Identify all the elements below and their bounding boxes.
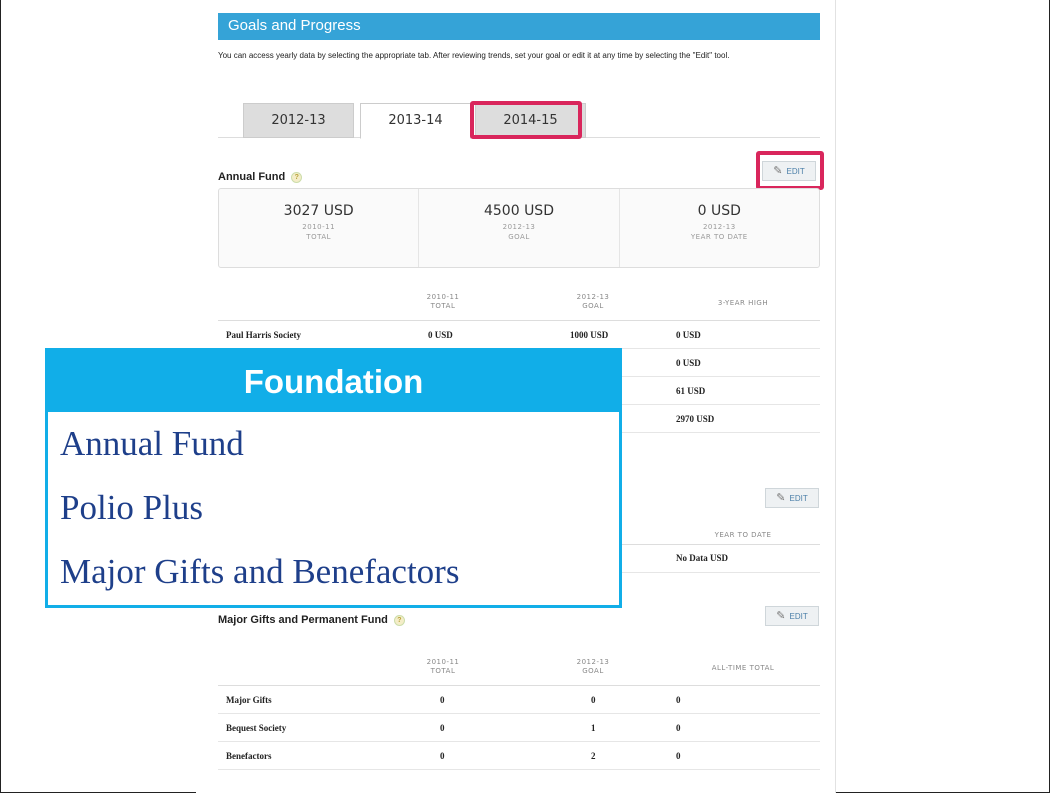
col-caption: TOTAL xyxy=(430,302,456,310)
row-goal: 0 xyxy=(591,695,596,705)
row-total: 0 xyxy=(440,695,445,705)
col-goal: 2012-13 GOAL xyxy=(566,293,620,311)
col-year: 2012-13 xyxy=(576,658,610,666)
edit-highlight-box xyxy=(756,151,824,190)
row-high: 0 USD xyxy=(676,358,701,368)
row-total: 0 xyxy=(440,723,445,733)
annual-fund-title: Annual Fund xyxy=(218,171,286,183)
summary-year: 2010-11 xyxy=(302,223,336,231)
row-label: Benefactors xyxy=(226,751,272,761)
table-header: 2010-11 TOTAL 2012-13 GOAL ALL-TIME TOTAL xyxy=(218,656,820,686)
foundation-callout: Foundation Annual Fund Polio Plus Major … xyxy=(45,348,622,608)
row-value: No Data USD xyxy=(676,553,729,563)
col-3-year-high: 3-YEAR HIGH xyxy=(717,299,769,307)
summary-goal: 4500 USD 2012-13 GOAL xyxy=(419,189,620,267)
row-total: 0 USD xyxy=(428,330,453,340)
callout-item-polio-plus: Polio Plus xyxy=(60,488,203,527)
summary-value: 0 USD xyxy=(697,203,741,219)
row-label: Major Gifts xyxy=(226,695,272,705)
col-caption: GOAL xyxy=(582,302,604,310)
summary-value: 4500 USD xyxy=(483,203,554,219)
page-title: Goals and Progress xyxy=(228,17,361,34)
pencil-icon: ✎ xyxy=(776,492,786,504)
summary-caption: YEAR TO DATE xyxy=(690,233,748,241)
tab-2012-13[interactable]: 2012-13 xyxy=(243,103,354,138)
edit-label: EDIT xyxy=(789,612,808,621)
col-all-time-total: ALL-TIME TOTAL xyxy=(711,664,775,672)
edit-label: EDIT xyxy=(789,494,808,503)
col-year: 2010-11 xyxy=(426,293,460,301)
summary-total: 3027 USD 2010-11 TOTAL xyxy=(219,189,420,267)
major-gifts-title: Major Gifts and Permanent Fund xyxy=(218,614,388,626)
table-row: Bequest Society 0 1 0 xyxy=(218,714,820,742)
row-all-time: 0 xyxy=(676,695,681,705)
col-total: 2010-11 TOTAL xyxy=(416,658,470,676)
table-row: Benefactors 0 2 0 xyxy=(218,742,820,770)
major-gifts-edit-button[interactable]: ✎ EDIT xyxy=(765,606,819,626)
row-all-time: 0 xyxy=(676,723,681,733)
help-icon[interactable]: ? xyxy=(291,171,303,183)
summary-caption: TOTAL xyxy=(306,233,332,241)
callout-item-major-gifts: Major Gifts and Benefactors xyxy=(60,552,460,591)
row-all-time: 0 xyxy=(676,751,681,761)
annual-fund-summary: 3027 USD 2010-11 TOTAL 4500 USD 2012-13 … xyxy=(218,188,820,268)
polio-edit-button[interactable]: ✎ EDIT xyxy=(765,488,819,508)
col-goal: 2012-13 GOAL xyxy=(566,658,620,676)
summary-ytd: 0 USD 2012-13 YEAR TO DATE xyxy=(620,189,819,267)
table-row: Major Gifts 0 0 0 xyxy=(218,686,820,714)
annual-fund-heading: Annual Fund? xyxy=(218,171,303,183)
col-total: 2010-11 TOTAL xyxy=(416,293,470,311)
summary-year: 2012-13 xyxy=(502,223,536,231)
col-year: 2012-13 xyxy=(576,293,610,301)
row-high: 61 USD xyxy=(676,386,706,396)
summary-year: 2012-13 xyxy=(702,223,736,231)
major-gifts-table: 2010-11 TOTAL 2012-13 GOAL ALL-TIME TOTAL … xyxy=(218,656,820,770)
col-caption: TOTAL xyxy=(430,667,456,675)
callout-title: Foundation xyxy=(48,351,619,412)
page-title-bar: Goals and Progress xyxy=(218,13,820,40)
callout-item-annual-fund: Annual Fund xyxy=(60,424,244,463)
row-high: 2970 USD xyxy=(676,414,715,424)
col-caption: GOAL xyxy=(582,667,604,675)
tab-highlight-box xyxy=(470,101,582,139)
intro-text: You can access yearly data by selecting … xyxy=(218,51,730,60)
row-goal: 1 xyxy=(591,723,596,733)
major-gifts-heading: Major Gifts and Permanent Fund? xyxy=(218,614,405,626)
row-total: 0 xyxy=(440,751,445,761)
pencil-icon: ✎ xyxy=(776,610,786,622)
table-header: 2010-11 TOTAL 2012-13 GOAL 3-YEAR HIGH xyxy=(218,293,820,321)
help-icon[interactable]: ? xyxy=(393,614,405,626)
col-year: 2010-11 xyxy=(426,658,460,666)
tab-2013-14[interactable]: 2013-14 xyxy=(360,103,471,139)
row-goal: 1000 USD xyxy=(570,330,609,340)
row-high: 0 USD xyxy=(676,330,701,340)
summary-caption: GOAL xyxy=(508,233,530,241)
col-year-to-date: YEAR TO DATE xyxy=(714,531,772,539)
row-goal: 2 xyxy=(591,751,596,761)
row-label: Paul Harris Society xyxy=(226,330,301,340)
summary-value: 3027 USD xyxy=(283,203,354,219)
table-row: Paul Harris Society 0 USD 1000 USD 0 USD xyxy=(218,321,820,349)
row-label: Bequest Society xyxy=(226,723,287,733)
